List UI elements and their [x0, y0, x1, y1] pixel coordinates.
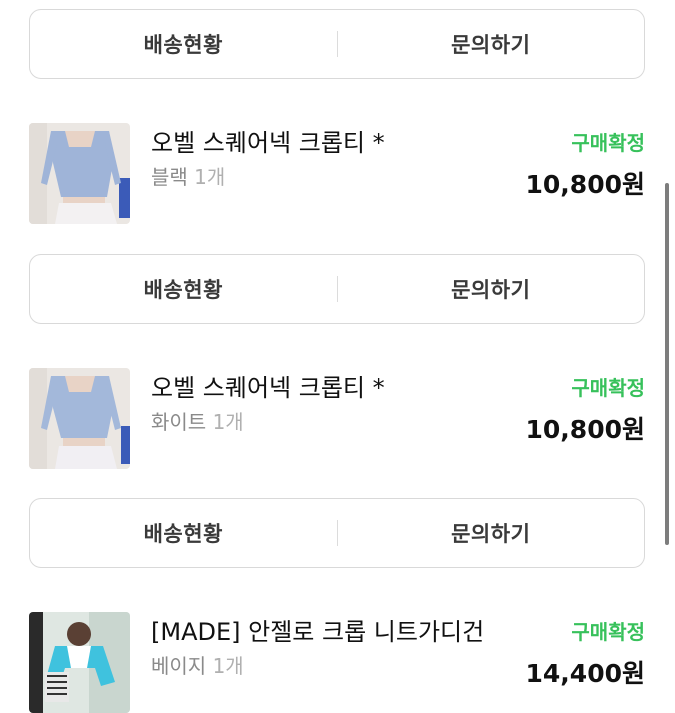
product-name[interactable]: 오벨 스퀘어넥 크롭티 * [151, 123, 385, 158]
product-thumbnail[interactable] [29, 368, 130, 469]
product-option: 화이트 1개 [151, 406, 244, 435]
product-thumbnail[interactable] [29, 123, 130, 224]
option-quantity: 1개 [194, 165, 226, 189]
status-badge: 구매확정 [571, 131, 645, 155]
order-item[interactable]: [MADE] 안젤로 크롭 니트가디건 베이지 1개 구매확정 14,400원 [29, 612, 645, 713]
option-color: 베이지 [151, 654, 207, 678]
option-quantity: 1개 [212, 654, 244, 678]
inquiry-button[interactable]: 문의하기 [338, 10, 645, 78]
order-action-bar: 배송현황 문의하기 [29, 498, 645, 568]
option-quantity: 1개 [212, 410, 244, 434]
inquiry-button[interactable]: 문의하기 [338, 499, 645, 567]
order-item[interactable]: 오벨 스퀘어넥 크롭티 * 화이트 1개 구매확정 10,800원 [29, 368, 645, 469]
product-name[interactable]: [MADE] 안젤로 크롭 니트가디건 [151, 612, 484, 647]
scrollbar[interactable] [665, 183, 669, 545]
shipping-status-button[interactable]: 배송현황 [30, 10, 337, 78]
status-badge: 구매확정 [571, 620, 645, 644]
product-thumbnail[interactable] [29, 612, 130, 713]
order-action-bar: 배송현황 문의하기 [29, 254, 645, 324]
price: 14,400원 [525, 659, 645, 688]
product-option: 블랙 1개 [151, 161, 225, 190]
price: 10,800원 [525, 415, 645, 444]
status-badge: 구매확정 [571, 376, 645, 400]
order-action-bar: 배송현황 문의하기 [29, 9, 645, 79]
shipping-status-button[interactable]: 배송현황 [30, 499, 337, 567]
product-name[interactable]: 오벨 스퀘어넥 크롭티 * [151, 368, 385, 403]
price: 10,800원 [525, 170, 645, 199]
option-color: 블랙 [151, 165, 188, 189]
shipping-status-button[interactable]: 배송현황 [30, 255, 337, 323]
inquiry-button[interactable]: 문의하기 [338, 255, 645, 323]
option-color: 화이트 [151, 410, 207, 434]
order-item[interactable]: 오벨 스퀘어넥 크롭티 * 블랙 1개 구매확정 10,800원 [29, 123, 645, 224]
